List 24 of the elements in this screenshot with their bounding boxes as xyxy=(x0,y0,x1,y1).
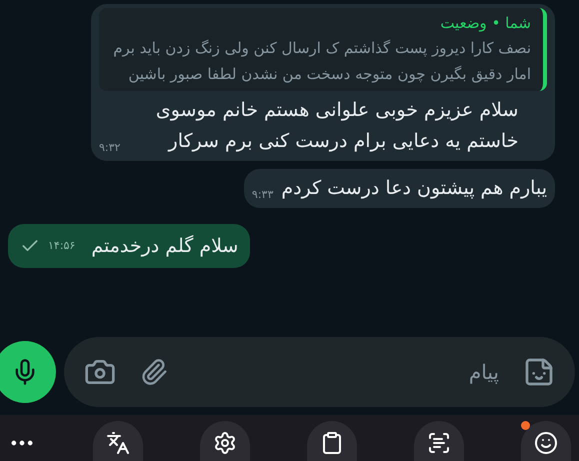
mic-button[interactable] xyxy=(0,341,56,403)
attach-icon[interactable] xyxy=(140,358,168,386)
message-time: ۹:۳۳ xyxy=(252,187,274,203)
message-input-field[interactable]: پیام xyxy=(64,337,575,407)
clipboard-icon xyxy=(320,431,344,455)
settings-icon xyxy=(213,431,237,455)
translate-icon xyxy=(106,431,130,455)
quoted-message[interactable]: شما • وضعیت نصف کارا دیروز پست گذاشتم ک ارسال کنن ولی زنگ زدن باید برم امار دقیق بگیرن چون متوجه دسخت من نشدن لطفا صبور باشین xyxy=(99,8,547,90)
translate-button[interactable] xyxy=(93,421,143,461)
emoji-icon xyxy=(534,431,558,455)
ocr-icon xyxy=(427,431,451,455)
message-time: ۹:۳۲ xyxy=(99,140,120,156)
message-text: سلام عزیزم خوبی علوانی هستم خانم موسوی خاستم یه دعایی برام درست کنی برم سرکار xyxy=(154,98,518,154)
clipboard-button[interactable] xyxy=(307,421,357,461)
sticker-icon[interactable] xyxy=(523,356,555,388)
message-input[interactable]: پیام xyxy=(192,357,499,387)
message-text: سلام گلم درخدمتم xyxy=(91,234,238,259)
message-text: یبارم هم پیشتون دعا درست کردم xyxy=(281,176,547,201)
quote-text: نصف کارا دیروز پست گذاشتم ک ارسال کنن ولی زنگ زدن باید برم امار دقیق بگیرن چون متوجه دسخت من نشدن لطفا صبور باشین xyxy=(112,38,531,85)
emoji-button[interactable] xyxy=(521,421,571,461)
ocr-button[interactable] xyxy=(414,421,464,461)
message-time: ۱۴:۵۶ xyxy=(48,238,76,254)
settings-button[interactable] xyxy=(200,421,250,461)
quote-author: شما • وضعیت xyxy=(439,13,531,34)
